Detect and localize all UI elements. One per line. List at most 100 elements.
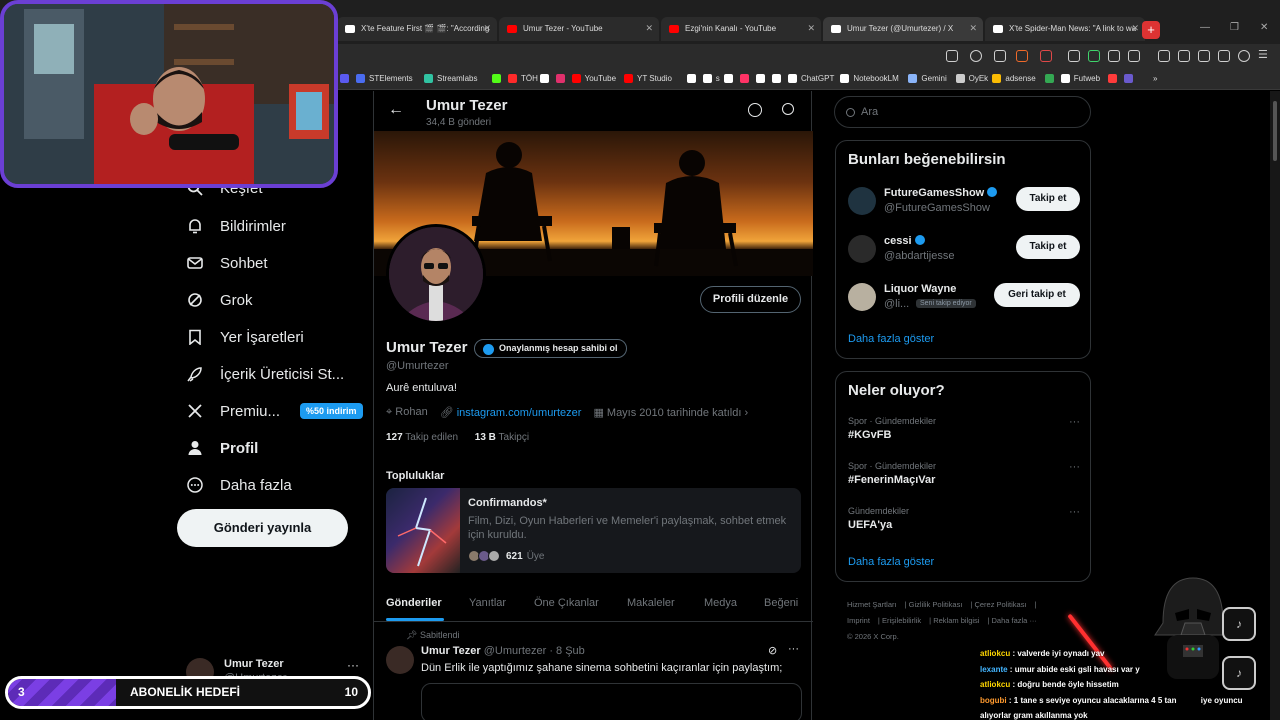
search-icon[interactable] [782,103,794,115]
suggestion-item[interactable]: Liquor Wayne @li... Seni takip ediyor Ge… [848,281,1080,317]
follow-button[interactable]: Takip et [1016,187,1080,211]
nav-messages[interactable]: Sohbet [186,254,268,272]
footer-link[interactable]: Reklam bilgisi [933,616,979,625]
media-icon[interactable] [1158,50,1170,62]
suggestion-item[interactable]: cessi @abdartijesse Takip et [848,233,1080,269]
trend-item[interactable]: Spor · Gündemdekiler #KGvFB ··· [848,416,1080,441]
menu-icon[interactable]: ☰ [1258,48,1270,61]
scrollbar-thumb[interactable] [1273,101,1277,161]
new-tab-button[interactable]: + [1142,21,1160,39]
bookmark-item[interactable] [340,74,353,83]
tab-likes[interactable]: Beğeni [764,597,798,609]
footer-link[interactable]: Hizmet Şartları [847,600,897,609]
grok-icon[interactable]: ⊘ [768,644,777,657]
bookmark-item[interactable]: OyEk [955,74,988,83]
search-input[interactable]: Ara [834,96,1091,128]
bookmark-item[interactable] [539,74,553,83]
close-tab-icon[interactable]: ✕ [483,23,491,34]
grok-icon[interactable] [748,103,762,117]
profile-link[interactable]: 🔗︎ instagram.com/umurtezer [440,406,582,419]
vpn-icon[interactable] [1238,50,1250,62]
brave-shield-icon[interactable] [1016,50,1028,62]
share-icon[interactable] [994,50,1006,62]
footer-link[interactable]: Erişilebilirlik [882,616,921,625]
maximize-icon[interactable]: ❐ [1230,22,1239,33]
get-verified-button[interactable]: Onaylanmış hesap sahibi ol [474,339,627,358]
footer-link[interactable]: Gizlilik Politikası [909,600,963,609]
bookmark-item[interactable] [686,74,700,83]
bookmark-item[interactable] [1124,74,1137,83]
nav-premium[interactable]: Premiu... %50 indirim [186,402,363,420]
footer-link[interactable]: Daha fazla ··· [992,616,1037,625]
sidebar-icon[interactable] [1178,50,1190,62]
show-more-link[interactable]: Daha fazla göster [848,333,934,345]
bookmark-item[interactable]: NotebookLM [840,74,899,83]
bookmark-item[interactable] [740,74,753,83]
bookmark-item[interactable]: Streamlabs [424,74,477,83]
wallet-icon[interactable] [1198,50,1210,62]
bookmark-item[interactable]: » [1140,74,1157,83]
more-icon[interactable]: ··· [1069,506,1080,518]
bookmark-item[interactable]: s [702,74,720,83]
more-icon[interactable]: ··· [1069,416,1080,428]
nav-creator-studio[interactable]: İçerik Üreticisi St... [186,365,344,383]
close-tab-icon[interactable]: ✕ [807,23,815,34]
bookmark-item[interactable] [555,74,569,83]
tab-posts[interactable]: Gönderiler [386,597,442,609]
follow-button[interactable]: Takip et [1016,235,1080,259]
suggestion-item[interactable]: FutureGamesShow @FutureGamesShow Takip e… [848,185,1080,221]
extension-icon[interactable] [1108,50,1120,62]
trend-item[interactable]: Spor · Gündemdekiler #FenerinMaçıVar ··· [848,461,1080,486]
nav-profile[interactable]: Profil [186,439,258,457]
nav-bookmarks[interactable]: Yer İşaretleri [186,328,304,346]
bookmark-item[interactable] [1044,74,1058,83]
nav-grok[interactable]: Grok [186,291,253,309]
screen-icon[interactable] [946,50,958,62]
bookmark-item[interactable]: adsense [992,74,1036,83]
show-more-link[interactable]: Daha fazla göster [848,556,934,568]
bookmark-item[interactable] [492,74,505,83]
bookmark-item[interactable] [772,74,785,83]
avatar[interactable] [386,646,414,674]
browser-tab[interactable]: Umur Tezer - YouTube ✕ [499,17,659,41]
browser-tab[interactable]: Ezgi'nin Kanalı - YouTube ✕ [661,17,821,41]
bookmark-item[interactable]: STElements [356,74,413,83]
bookmark-item[interactable] [1108,74,1121,83]
chevron-right-icon[interactable]: › [745,407,749,419]
community-card[interactable]: Confirmandos* Film, Dizi, Oyun Haberleri… [386,488,801,573]
tweet-media[interactable] [421,683,802,720]
bookmark-item[interactable]: TÖH [508,74,538,83]
bookmark-item[interactable]: Futweb [1060,74,1100,83]
nav-more[interactable]: Daha fazla [186,476,292,494]
profile-avatar[interactable] [386,224,486,324]
bookmark-item[interactable]: YT Studio [624,74,672,83]
rewards-icon[interactable] [1040,50,1052,62]
close-tab-icon[interactable]: ✕ [969,23,977,34]
more-icon[interactable]: ··· [347,658,359,672]
tab-replies[interactable]: Yanıtlar [469,597,506,609]
bookmark-item[interactable] [724,74,737,83]
back-arrow-icon[interactable]: ← [388,101,404,119]
browser-tab[interactable]: X'te Feature First 🎬 🎬: "According ✕ [337,17,497,41]
followers-link[interactable]: 13 B Takipçi [475,432,529,443]
page-scrollbar[interactable] [1270,91,1280,720]
post-button[interactable]: Gönderi yayınla [177,509,348,547]
extension-icon[interactable] [1068,50,1080,62]
close-tab-icon[interactable]: ✕ [1131,23,1139,34]
nav-notifications[interactable]: Bildirimler [186,217,286,235]
extension-icon[interactable] [1128,50,1140,62]
tab-articles[interactable]: Makaleler [627,597,675,609]
zoom-icon[interactable] [970,50,982,62]
following-link[interactable]: 127 Takip edilen [386,432,458,443]
tab-media[interactable]: Medya [704,597,737,609]
follow-back-button[interactable]: Geri takip et [994,283,1080,307]
leo-icon[interactable] [1218,50,1230,62]
close-tab-icon[interactable]: ✕ [645,23,653,34]
bookmark-item[interactable]: YouTube [571,74,616,83]
edit-profile-button[interactable]: Profili düzenle [700,286,801,313]
bookmark-item[interactable]: ChatGPT [788,74,834,83]
window-close-icon[interactable]: ✕ [1260,22,1268,33]
bookmark-item[interactable] [756,74,769,83]
extension-icon[interactable] [1088,50,1100,62]
browser-tab-active[interactable]: Umur Tezer (@Umurtezer) / X ✕ [823,17,983,41]
